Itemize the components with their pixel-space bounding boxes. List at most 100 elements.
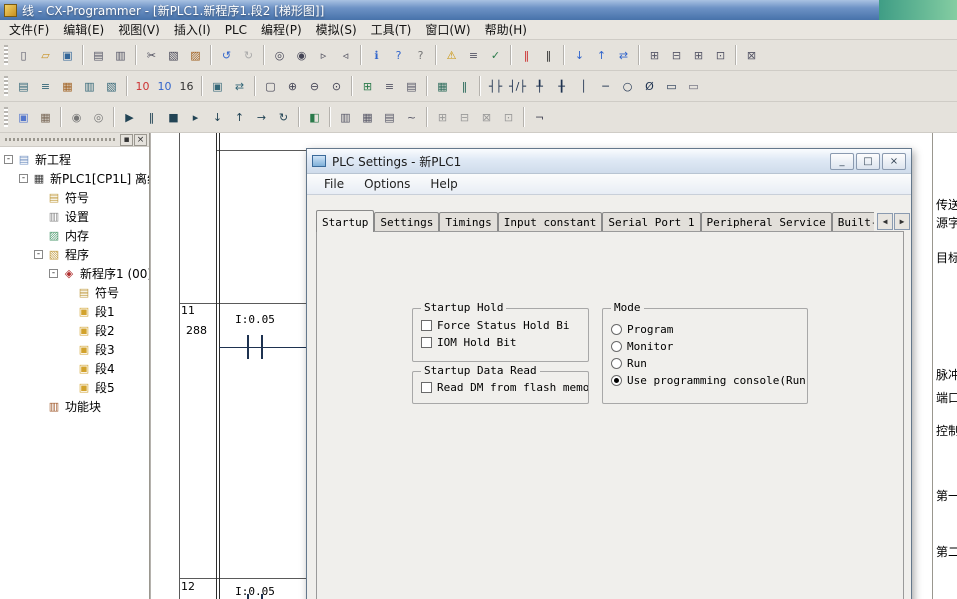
checkbox-read-dm-from-flash-memor[interactable]: Read DM from flash memor: [413, 379, 588, 396]
tree-item-section1[interactable]: ▣段1: [0, 302, 149, 321]
dialog-menu-help[interactable]: Help: [421, 175, 466, 193]
tree-item-function-blocks[interactable]: ▥功能块: [0, 397, 149, 416]
monitoring-icon[interactable]: ▦: [432, 76, 453, 97]
tree-item-program-symbols[interactable]: ▤符号: [0, 283, 149, 302]
select-mode-icon[interactable]: ▢: [260, 76, 281, 97]
tree-item-settings[interactable]: ▥设置: [0, 207, 149, 226]
paste-icon[interactable]: ▨: [185, 45, 206, 66]
continuous-step-icon[interactable]: →: [251, 107, 272, 128]
tab-input-constant[interactable]: Input constant: [498, 212, 603, 232]
about-icon[interactable]: ℹ: [366, 45, 387, 66]
tab-built-in-i[interactable]: Built-in I: [832, 212, 874, 232]
new-or-closed-contact-icon[interactable]: ╂: [551, 76, 572, 97]
upload-from-plc-icon[interactable]: ↑: [591, 45, 612, 66]
pause-simulation-icon[interactable]: ‖: [141, 107, 162, 128]
new-project-icon[interactable]: ▯: [13, 45, 34, 66]
find-icon[interactable]: ◉: [291, 45, 312, 66]
new-vertical-icon[interactable]: │: [573, 76, 594, 97]
run-icon[interactable]: ▶: [119, 107, 140, 128]
close-panel-icon[interactable]: ×: [134, 134, 147, 146]
step-in-icon[interactable]: ↓: [207, 107, 228, 128]
ladder-view-icon[interactable]: ▤: [13, 76, 34, 97]
mnemonic-view-icon[interactable]: ≡: [35, 76, 56, 97]
menu-item-2[interactable]: 视图(V): [111, 19, 167, 40]
toolbar-grip[interactable]: [4, 76, 8, 96]
checkbox-iom-hold-bit[interactable]: IOM Hold Bit: [413, 334, 588, 351]
tab-startup[interactable]: Startup: [316, 210, 374, 232]
simulator-online-icon[interactable]: ▦: [35, 107, 56, 128]
scan-run-icon[interactable]: ↻: [273, 107, 294, 128]
show-hide-watch-icon[interactable]: ⊡: [498, 107, 519, 128]
not-operator-icon[interactable]: ¬: [529, 107, 550, 128]
dialog-menu-file[interactable]: File: [315, 175, 353, 193]
symbol-table-icon[interactable]: ▦: [57, 76, 78, 97]
cut-icon[interactable]: ✂: [141, 45, 162, 66]
checkbox-force-status-hold-bi[interactable]: Force Status Hold Bi: [413, 317, 588, 334]
zoom-to-fit-icon[interactable]: ⊙: [326, 76, 347, 97]
find-next-icon[interactable]: ▹: [313, 45, 334, 66]
zoom-in-icon[interactable]: ⊕: [282, 76, 303, 97]
help-icon[interactable]: ?: [388, 45, 409, 66]
new-closed-contact-icon[interactable]: ┤/├: [507, 76, 528, 97]
watch-window-icon[interactable]: ▣: [207, 76, 228, 97]
check-program-icon[interactable]: ✓: [485, 45, 506, 66]
new-closed-coil-icon[interactable]: Ø: [639, 76, 660, 97]
copy-icon[interactable]: ▧: [163, 45, 184, 66]
radio-run[interactable]: Run: [603, 355, 807, 372]
tree-item-memory[interactable]: ▨内存: [0, 226, 149, 245]
context-help-icon[interactable]: ?: [410, 45, 431, 66]
work-online-icon[interactable]: ‖: [516, 45, 537, 66]
tree-item-section4[interactable]: ▣段4: [0, 359, 149, 378]
traffic-light-icon[interactable]: ◧: [304, 107, 325, 128]
tree-item-new-plc1[interactable]: -▦新PLC1[CP1L] 离线: [0, 169, 149, 188]
new-horizontal-icon[interactable]: ─: [595, 76, 616, 97]
go-back-10-icon[interactable]: 10: [132, 76, 153, 97]
download-to-plc-icon[interactable]: ↓: [569, 45, 590, 66]
tile-ladder-windows-icon[interactable]: ⊞: [432, 107, 453, 128]
menu-item-1[interactable]: 编辑(E): [56, 19, 111, 40]
window-cascade-icon[interactable]: ⊞: [644, 45, 665, 66]
menu-item-9[interactable]: 帮助(H): [478, 19, 534, 40]
new-coil-icon[interactable]: ○: [617, 76, 638, 97]
cross-reference-icon[interactable]: ⇄: [229, 76, 250, 97]
tab-scroll-left-icon[interactable]: ◀: [877, 213, 893, 230]
go-16-icon[interactable]: 16: [176, 76, 197, 97]
tree-item-section5[interactable]: ▣段5: [0, 378, 149, 397]
tree-expander-icon[interactable]: -: [4, 155, 13, 164]
menu-item-5[interactable]: 编程(P): [254, 19, 309, 40]
address-reference-icon[interactable]: ▥: [335, 107, 356, 128]
menu-item-7[interactable]: 工具(T): [364, 19, 419, 40]
radio-program[interactable]: Program: [603, 321, 807, 338]
print-icon[interactable]: ▤: [88, 45, 109, 66]
window-tile-horizontal-icon[interactable]: ⊟: [666, 45, 687, 66]
compile-all-icon[interactable]: ≡: [463, 45, 484, 66]
tab-peripheral-service[interactable]: Peripheral Service: [701, 212, 832, 232]
tree-item-new-program1[interactable]: -◈新程序1 (00): [0, 264, 149, 283]
tree-expander-icon[interactable]: -: [19, 174, 28, 183]
print-preview-icon[interactable]: ▥: [110, 45, 131, 66]
zoom-out-icon[interactable]: ⊖: [304, 76, 325, 97]
pause-monitoring-icon[interactable]: ‖: [454, 76, 475, 97]
save-project-icon[interactable]: ▣: [57, 45, 78, 66]
ladder-contact[interactable]: [246, 335, 264, 359]
new-instruction-icon[interactable]: ▭: [661, 76, 682, 97]
show-rung-comments-icon[interactable]: ≡: [379, 76, 400, 97]
tab-timings[interactable]: Timings: [439, 212, 497, 232]
zoom-100-icon[interactable]: ⊠: [741, 45, 762, 66]
tab-settings[interactable]: Settings: [374, 212, 439, 232]
dialog-menu-options[interactable]: Options: [355, 175, 419, 193]
tree-item-section2[interactable]: ▣段2: [0, 321, 149, 340]
simulator-icon[interactable]: ▣: [13, 107, 34, 128]
tab-serial-port-1[interactable]: Serial Port 1: [602, 212, 700, 232]
toolbar-grip[interactable]: [4, 107, 8, 127]
radio-use-programming-console-run[interactable]: Use programming console(Run: [603, 372, 807, 389]
tree-expander-icon[interactable]: -: [49, 269, 58, 278]
menu-item-6[interactable]: 模拟(S): [309, 19, 364, 40]
retrace-icon[interactable]: ◃: [335, 45, 356, 66]
monitor-mode-icon[interactable]: ◉: [66, 107, 87, 128]
find-replace-icon[interactable]: ◎: [269, 45, 290, 66]
menu-item-8[interactable]: 窗口(W): [418, 19, 477, 40]
plc-memory-icon[interactable]: ▦: [357, 107, 378, 128]
show-rung-annotations-icon[interactable]: ▤: [401, 76, 422, 97]
pause-icon[interactable]: ‖: [538, 45, 559, 66]
